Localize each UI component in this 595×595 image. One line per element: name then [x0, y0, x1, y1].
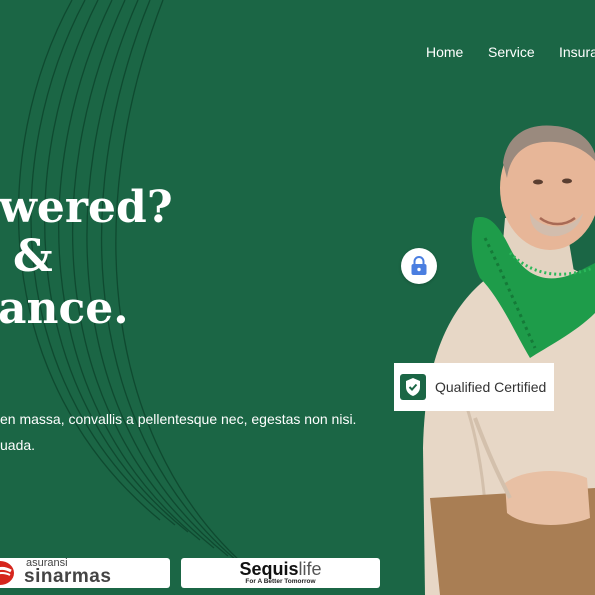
- headline-line-1: wered?: [0, 182, 173, 233]
- certified-badge: Qualified Certified: [394, 363, 554, 411]
- partner-logo-sequislife: Sequislife For A Better Tomorrow: [181, 558, 380, 588]
- hero-paragraph-line-1: en massa, convallis a pellentesque nec, …: [0, 411, 357, 427]
- headline-line-3: ance.: [0, 283, 129, 334]
- hero-person-image: [423, 125, 595, 595]
- certified-label: Qualified Certified: [435, 379, 547, 395]
- lock-icon: [411, 256, 427, 275]
- sequis-logo-suffix: life: [298, 559, 322, 579]
- sequis-logo-main: Sequis: [239, 559, 299, 579]
- partner-logo-sinarmas: asuransi sinarmas: [0, 558, 170, 588]
- sinarmas-logo-icon: [0, 561, 14, 585]
- main-nav: Home Service Insura: [0, 44, 595, 64]
- lock-badge: [401, 248, 437, 284]
- nav-item-home[interactable]: Home: [426, 44, 463, 60]
- hero-paragraph-line-2: uada.: [0, 437, 36, 453]
- sequis-logo-text: Sequislife: [181, 559, 380, 580]
- sinarmas-logo-text: sinarmas: [24, 566, 112, 587]
- nav-item-service[interactable]: Service: [488, 44, 535, 60]
- headline-line-2: &: [13, 231, 53, 282]
- shield-check-icon: [400, 374, 426, 400]
- nav-item-insurance[interactable]: Insura: [559, 44, 595, 60]
- hero-section: Home Service Insura wered? & ance. en ma…: [0, 0, 595, 595]
- sequis-tagline: For A Better Tomorrow: [245, 578, 316, 585]
